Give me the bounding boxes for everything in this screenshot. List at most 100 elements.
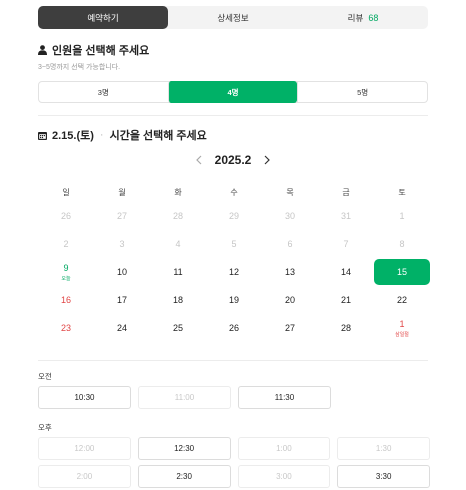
chevron-right-icon [264, 155, 271, 165]
time-slot-button: 12:00 [38, 437, 131, 460]
weekday-label: 목 [286, 187, 294, 197]
chevron-left-icon [195, 155, 202, 165]
calendar-day: 1 [374, 202, 430, 230]
day-number: 20 [284, 295, 295, 305]
time-slot-button: 11:00 [138, 386, 231, 409]
people-heading: 인원을 선택해 주세요 [38, 42, 149, 58]
calendar-week: 16 17 18 19 20 21 22 [38, 286, 430, 314]
day-number: 22 [396, 295, 407, 305]
time-slot-button[interactable]: 3:30 [337, 465, 430, 488]
calendar-day[interactable]: 27 [262, 314, 318, 342]
people-option-5[interactable]: 5명 [297, 82, 427, 102]
day-number: 27 [284, 323, 295, 333]
am-slots: 10:30 11:00 11:30 [38, 386, 430, 409]
calendar-day[interactable]: 10 [94, 258, 150, 286]
tab-reviews[interactable]: 리뷰 68 [298, 6, 428, 29]
month-nav: 2025.2 [0, 153, 466, 167]
calendar-day: 26 [38, 202, 94, 230]
calendar-week: 26 27 28 29 30 31 1 [38, 202, 430, 230]
day-number: 14 [340, 267, 351, 277]
month-title: 2025.2 [214, 153, 252, 167]
day-number: 25 [172, 323, 183, 333]
time-slot-button: 1:30 [337, 437, 430, 460]
day-number: 23 [60, 323, 71, 333]
calendar-day[interactable]: 17 [94, 286, 150, 314]
pm-slots-row: 12:00 12:30 1:00 1:30 [38, 437, 430, 460]
time-slot-button: 3:00 [237, 465, 331, 488]
day-note: 오늘 [61, 275, 71, 282]
weekday-label: 월 [118, 187, 126, 197]
weekday-label: 토 [398, 187, 406, 197]
selected-date: 2.15.(토) [52, 130, 94, 142]
day-number: 30 [284, 211, 295, 221]
time-slot-button[interactable]: 10:30 [38, 386, 131, 409]
day-number: 2 [63, 239, 69, 249]
tab-reservation[interactable]: 예약하기 [38, 6, 168, 29]
calendar-day[interactable]: 13 [262, 258, 318, 286]
calendar-day[interactable]: 14 [318, 258, 374, 286]
next-month-button[interactable] [261, 153, 273, 167]
day-number: 16 [60, 295, 71, 305]
calendar-day: 6 [262, 230, 318, 258]
calendar-day[interactable]: 9 오늘 [38, 258, 94, 286]
am-label: 오전 [38, 372, 52, 381]
time-slot-button: 1:00 [237, 437, 331, 460]
day-number: 26 [60, 211, 71, 221]
calendar-divider [38, 360, 428, 361]
calendar-day[interactable]: 1 삼일절 [374, 314, 430, 342]
tab-label: 상세정보 [217, 12, 249, 23]
tab-details[interactable]: 상세정보 [168, 6, 298, 29]
people-option-3[interactable]: 3명 [39, 82, 168, 102]
calendar-grid: 일월화수목금토 26 27 28 29 30 31 1 2 3 4 5 6 7 8 9 오늘 10 11 12 13 1… [38, 182, 430, 342]
people-option-4[interactable]: 4명 [167, 81, 298, 103]
calendar-day: 2 [38, 230, 94, 258]
calendar-day[interactable]: 12 [206, 258, 262, 286]
calendar-day: 5 [206, 230, 262, 258]
section-divider [38, 115, 428, 116]
day-number: 19 [228, 295, 239, 305]
calendar-day[interactable]: 22 [374, 286, 430, 314]
weekday-label: 수 [230, 187, 238, 197]
day-number: 21 [340, 295, 351, 305]
calendar-day[interactable]: 15 [374, 259, 430, 285]
calendar-day[interactable]: 20 [262, 286, 318, 314]
people-title: 인원을 선택해 주세요 [52, 45, 150, 57]
people-selector: 3명 4명 5명 [38, 81, 428, 103]
day-number: 5 [231, 239, 237, 249]
calendar-day[interactable]: 28 [318, 314, 374, 342]
time-slot-button[interactable]: 2:30 [137, 465, 231, 488]
day-number: 6 [287, 239, 293, 249]
calendar-day[interactable]: 11 [150, 258, 206, 286]
tab-label: 예약하기 [87, 12, 119, 23]
calendar-day: 27 [94, 202, 150, 230]
day-number: 24 [116, 323, 127, 333]
weekday-header: 일월화수목금토 [38, 182, 430, 202]
calendar-day[interactable]: 23 [38, 314, 94, 342]
day-number: 11 [173, 267, 183, 277]
prev-month-button[interactable] [193, 153, 205, 167]
day-number: 7 [343, 239, 349, 249]
day-number: 10 [116, 267, 127, 277]
pm-slots-row: 2:00 2:30 3:00 3:30 [38, 465, 430, 488]
calendar-day[interactable]: 21 [318, 286, 374, 314]
date-heading: 2.15.(토) · 시간을 선택해 주세요 [38, 127, 207, 143]
calendar-day[interactable]: 16 [38, 286, 94, 314]
time-slot-button[interactable]: 12:30 [137, 437, 231, 460]
calendar-day: 3 [94, 230, 150, 258]
time-slot-button[interactable]: 11:30 [238, 386, 331, 409]
calendar-day[interactable]: 24 [94, 314, 150, 342]
people-subtext: 3~5명까지 선택 가능합니다. [38, 64, 121, 71]
weekday-label: 화 [174, 187, 182, 197]
day-note: 삼일절 [395, 331, 409, 338]
weekday-label: 일 [62, 187, 70, 197]
day-number: 28 [340, 323, 351, 333]
calendar-day[interactable]: 18 [150, 286, 206, 314]
calendar-day[interactable]: 26 [206, 314, 262, 342]
calendar-day[interactable]: 25 [150, 314, 206, 342]
calendar-day[interactable]: 19 [206, 286, 262, 314]
calendar-day: 28 [150, 202, 206, 230]
time-slot-button: 2:00 [38, 465, 131, 488]
day-number: 27 [116, 211, 127, 221]
calendar-week: 9 오늘 10 11 12 13 14 15 [38, 258, 430, 286]
calendar-day: 7 [318, 230, 374, 258]
